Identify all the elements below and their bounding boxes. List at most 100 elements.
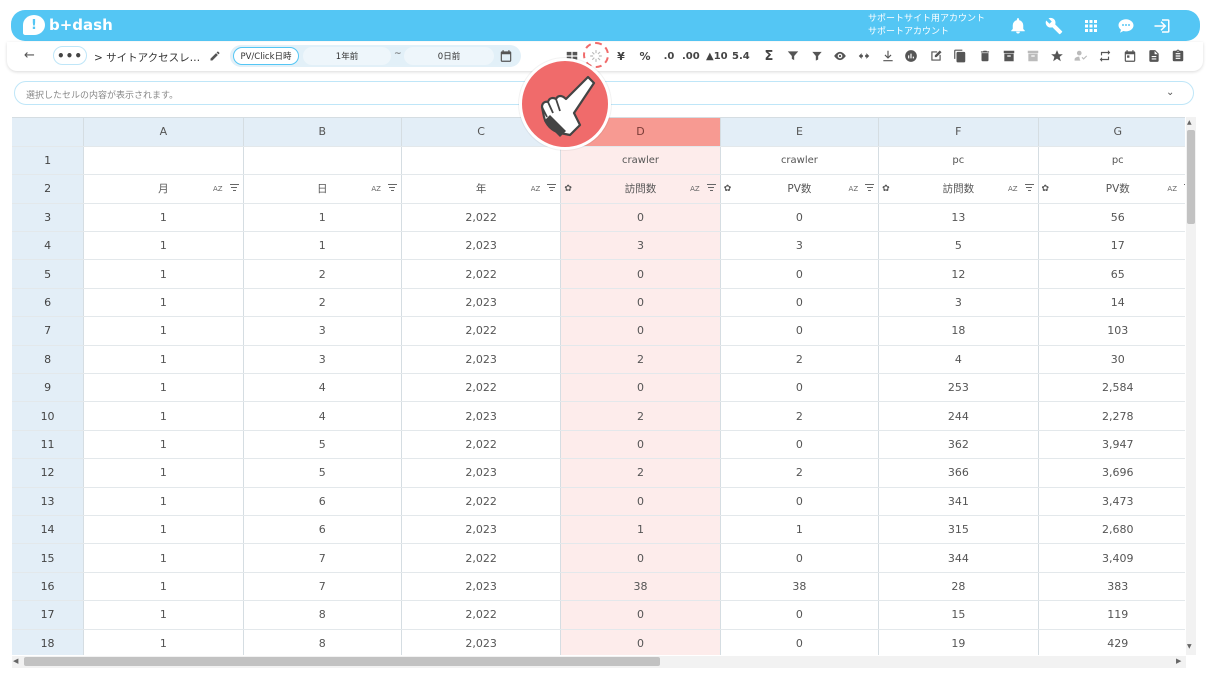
range-to-input[interactable]: 0日前	[404, 47, 494, 65]
grid-cell[interactable]: 12	[878, 259, 1039, 289]
column-filter-icon[interactable]	[387, 184, 397, 192]
grid-cell[interactable]: 2,023	[401, 288, 562, 318]
expand-horizontal-icon[interactable]	[856, 47, 872, 65]
grid-cell[interactable]: pc	[1038, 146, 1185, 176]
grid-cell[interactable]: 38	[560, 572, 721, 602]
grid-cell[interactable]	[83, 146, 244, 176]
grid-cell[interactable]: 3	[720, 231, 880, 261]
column-filter-icon[interactable]	[865, 184, 875, 192]
grid-cell[interactable]: 2,022	[401, 373, 562, 403]
row-header[interactable]: 9	[12, 373, 85, 403]
grid-cell[interactable]: 0	[720, 316, 880, 346]
grid-cell[interactable]: 0	[560, 629, 721, 655]
select-all-corner[interactable]	[12, 118, 85, 147]
grid-cell[interactable]: 3	[560, 231, 721, 261]
grid-cell[interactable]: 2,023	[401, 231, 562, 261]
grid-cell[interactable]: 0	[720, 288, 880, 318]
scroll-up-arrow-icon[interactable]: ▲	[1187, 119, 1192, 126]
grid-cell[interactable]: 2,022	[401, 316, 562, 346]
grid-cell[interactable]: 0	[720, 373, 880, 403]
grid-cell[interactable]: 2,680	[1038, 515, 1185, 545]
grid-cell[interactable]: 1	[83, 600, 244, 630]
star-icon[interactable]	[1049, 47, 1065, 65]
grid-cell[interactable]: 3	[243, 316, 402, 346]
grid-cell[interactable]: 0	[720, 430, 880, 460]
grid-cell[interactable]: 0	[720, 259, 880, 289]
grid-cell[interactable]: 14	[1038, 288, 1185, 318]
grid-cell[interactable]: 19	[878, 629, 1039, 655]
grid-cell[interactable]: 1	[720, 515, 880, 545]
document-icon[interactable]	[1146, 47, 1162, 65]
grid-cell[interactable]: 15	[878, 600, 1039, 630]
row-header[interactable]: 13	[12, 487, 85, 516]
calendar-icon[interactable]	[499, 49, 513, 63]
row-header[interactable]: 2	[12, 174, 85, 204]
row-header[interactable]: 3	[12, 203, 85, 233]
grid-cell[interactable]: 1	[83, 458, 244, 488]
row-header[interactable]: 16	[12, 572, 85, 602]
chart-circle-icon[interactable]	[903, 47, 919, 65]
grid-cell[interactable]: 2,023	[401, 345, 562, 375]
grid-cell[interactable]: 1	[83, 288, 244, 318]
row-header[interactable]: 4	[12, 231, 85, 261]
grid-cell[interactable]: 28	[878, 572, 1039, 602]
scroll-left-arrow-icon[interactable]: ◀	[13, 657, 18, 665]
column-filter-icon[interactable]	[706, 184, 716, 192]
sort-az-icon[interactable]: AZ	[1008, 185, 1018, 193]
row-header[interactable]: 5	[12, 259, 85, 289]
grid-cell[interactable]: 0	[560, 203, 721, 233]
grid-cell[interactable]: 0	[560, 373, 721, 403]
gear-icon[interactable]: ✿	[724, 184, 732, 194]
eye-icon[interactable]	[832, 47, 848, 65]
grid-cell[interactable]: 5	[243, 458, 402, 488]
percent-format-button[interactable]: %	[637, 47, 653, 65]
column-header-g[interactable]: G	[1038, 118, 1185, 147]
increase-decimal-button[interactable]: .00	[682, 47, 700, 65]
edit-pencil-icon[interactable]	[209, 50, 221, 62]
grid-cell[interactable]: 383	[1038, 572, 1185, 602]
wrench-icon[interactable]	[1043, 15, 1065, 37]
grid-cell[interactable]: 1	[83, 572, 244, 602]
range-type-select[interactable]: PV/Click日時	[233, 47, 299, 65]
filter-icon[interactable]	[809, 47, 825, 65]
grid-apps-icon[interactable]	[1080, 15, 1102, 37]
grid-cell[interactable]: 2	[720, 345, 880, 375]
grid-cell[interactable]: pc	[878, 146, 1039, 176]
grid-cell[interactable]: 1	[83, 316, 244, 346]
grid-cell[interactable]: 2,022	[401, 600, 562, 630]
row-header[interactable]: 6	[12, 288, 85, 318]
grid-cell[interactable]: 0	[560, 316, 721, 346]
row-header[interactable]: 7	[12, 316, 85, 346]
grid-cell[interactable]: 1	[243, 203, 402, 233]
filter-sort-icon[interactable]	[785, 47, 801, 65]
clipboard-icon[interactable]	[1170, 47, 1186, 65]
grid-cell[interactable]: crawler	[560, 146, 721, 176]
grid-cell[interactable]: 344	[878, 543, 1039, 573]
spreadsheet-grid[interactable]: A B C D E F G 1 crawler crawler pc pc 2	[12, 117, 1185, 655]
grid-cell[interactable]: 1	[83, 401, 244, 431]
grid-cell[interactable]: 0	[720, 600, 880, 630]
grid-cell[interactable]: 0	[720, 543, 880, 573]
grid-cell[interactable]: 4	[243, 373, 402, 403]
grid-cell[interactable]: 244	[878, 401, 1039, 431]
grid-cell[interactable]: 2	[560, 345, 721, 375]
grid-cell[interactable]: 3,473	[1038, 487, 1185, 516]
row-header[interactable]: 17	[12, 600, 85, 630]
grid-cell[interactable]: 1	[83, 487, 244, 516]
grid-cell[interactable]: 13	[878, 203, 1039, 233]
column-header-f[interactable]: F	[878, 118, 1039, 147]
grid-cell[interactable]: 2,022	[401, 430, 562, 460]
sort-az-icon[interactable]: AZ	[849, 185, 859, 193]
grid-cell[interactable]: 103	[1038, 316, 1185, 346]
gear-icon[interactable]: ✿	[564, 184, 572, 194]
field-header-cell[interactable]: 年 AZ	[401, 174, 562, 204]
row-header[interactable]: 18	[12, 629, 85, 655]
grid-cell[interactable]: 2,022	[401, 487, 562, 516]
grid-cell[interactable]: 362	[878, 430, 1039, 460]
grid-cell[interactable]: 5	[243, 430, 402, 460]
grid-cell[interactable]: 1	[83, 629, 244, 655]
grid-cell[interactable]: 18	[878, 316, 1039, 346]
sum-button[interactable]: Σ	[761, 47, 777, 65]
row-header[interactable]: 10	[12, 401, 85, 431]
horizontal-scroll-thumb[interactable]	[24, 657, 660, 666]
